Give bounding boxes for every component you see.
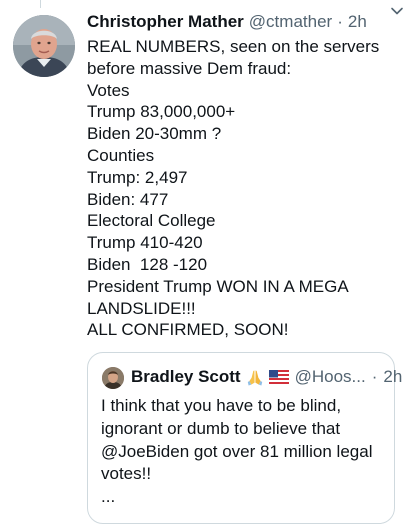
praying-hands-emoji-icon	[247, 369, 263, 386]
quoted-text-line: @JoeBiden got over 81 million legal	[101, 441, 373, 461]
quoted-tweet-header: Bradley Scott @Hoos... · 2h	[131, 365, 402, 389]
tweet-text-line: Biden 128 -120	[87, 254, 208, 274]
tweet-text-line: ALL CONFIRMED, SOON!	[87, 320, 289, 340]
tweet-text-line: Electoral College	[87, 211, 216, 231]
quoted-author-avatar	[102, 367, 124, 389]
chevron-down-icon[interactable]	[390, 4, 404, 18]
tweet-text-line: Biden: 477	[87, 189, 169, 209]
tweet-text-line: Trump: 2,497	[87, 167, 188, 187]
quoted-text-line: I think that you have to be blind,	[101, 396, 342, 415]
tweet-text-line: REAL NUMBERS, seen on the servers	[87, 37, 380, 56]
quoted-text-line: ignorant or dumb to believe that	[101, 418, 341, 438]
author-avatar-image	[13, 15, 75, 77]
quoted-text-line: votes!!	[101, 464, 152, 484]
header-separator: ·	[337, 12, 343, 31]
quoted-author-avatar-image	[102, 367, 124, 389]
tweet-text-line: Trump 83,000,000+	[87, 102, 236, 122]
us-flag-emoji-icon	[268, 370, 289, 384]
thread-connector-line	[40, 0, 41, 8]
tweet-timestamp[interactable]: 2h	[348, 12, 367, 32]
tweet-header: Christopher Mather @ctmather · 2h	[87, 10, 397, 34]
quoted-header-separator: ·	[371, 367, 378, 386]
tweet-text-line: LANDSLIDE!!!	[87, 298, 196, 318]
quoted-tweet-text: I think that you have to be blind, ignor…	[101, 395, 393, 509]
author-avatar[interactable]	[13, 15, 75, 77]
author-handle[interactable]: @ctmather	[249, 12, 332, 32]
tweet-text-line: Trump 410-420	[87, 233, 203, 253]
author-name[interactable]: Christopher Mather	[87, 12, 244, 32]
quoted-author-handle: @Hoos...	[294, 367, 366, 386]
tweet-text-line: Biden 20-30mm ?	[87, 124, 222, 144]
quoted-author-name: Bradley Scott	[131, 367, 241, 386]
quoted-text-line: ...	[101, 487, 116, 507]
tweet-text-line: before massive Dem fraud:	[87, 58, 292, 78]
tweet-text-line: Votes	[87, 80, 130, 100]
tweet-text-line: Counties	[87, 145, 155, 165]
tweet-text-line: President Trump WON IN A MEGA	[87, 276, 349, 296]
quoted-tweet-timestamp: 2h	[383, 367, 403, 386]
quoted-tweet-card[interactable]: Bradley Scott @Hoos... · 2h I think that	[87, 352, 402, 524]
tweet-text: REAL NUMBERS, seen on the servers before…	[87, 36, 402, 341]
